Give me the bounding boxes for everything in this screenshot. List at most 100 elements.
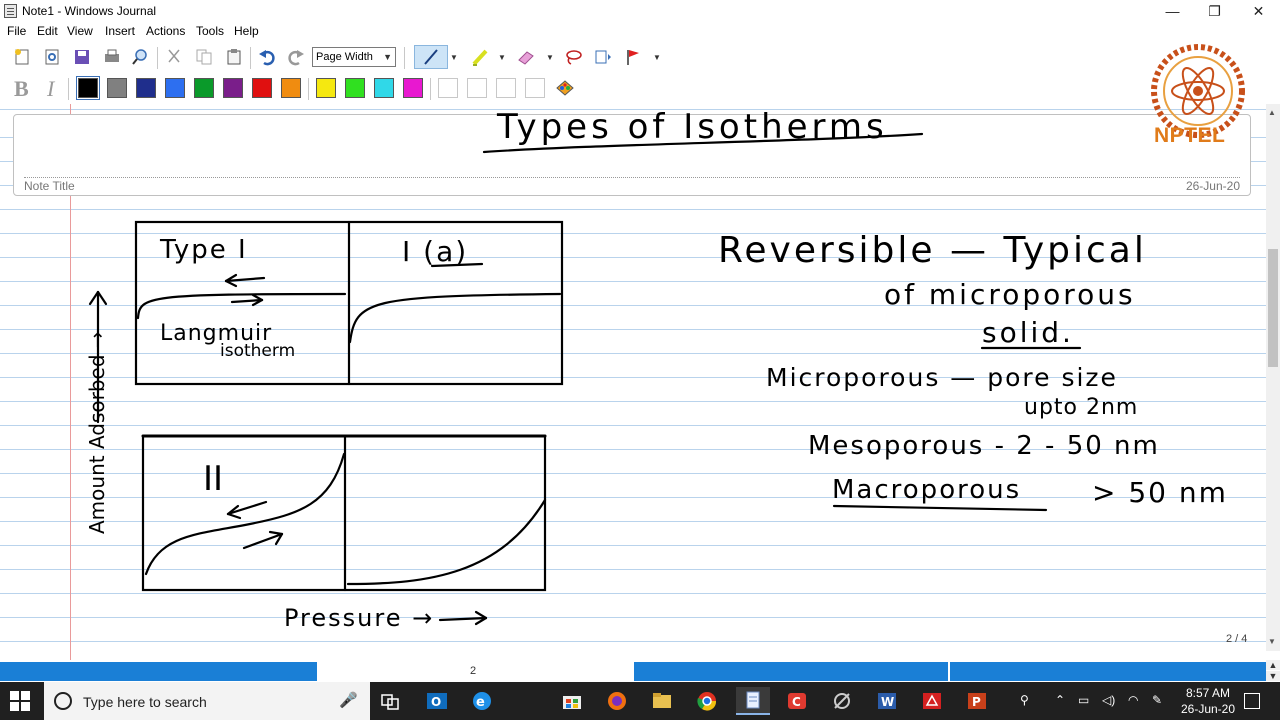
pen-tool-icon[interactable] — [414, 45, 448, 69]
wifi-icon[interactable]: ◠ — [1128, 693, 1138, 707]
color-swatch-orange[interactable] — [281, 78, 301, 98]
copy-icon[interactable] — [192, 45, 216, 69]
box1-caption-line2: isotherm — [220, 341, 295, 361]
menu-insert[interactable]: Insert — [105, 24, 135, 38]
page-segment-1[interactable] — [0, 662, 317, 681]
micro-line2: upto 2nm — [1024, 395, 1138, 420]
color-swatch-empty-4[interactable] — [525, 78, 545, 98]
flag-icon[interactable] — [621, 45, 645, 69]
color-swatch-purple[interactable] — [223, 78, 243, 98]
firefox-icon[interactable] — [600, 687, 634, 715]
zoom-value: Page Width — [316, 51, 373, 63]
svg-text:P: P — [972, 695, 981, 709]
box2-label: I (a) — [402, 235, 468, 268]
tool-app-icon[interactable] — [825, 687, 859, 715]
journal-page[interactable]: Note Title 26-Jun-20 Types of Isotherms … — [0, 104, 1266, 660]
undo-icon[interactable] — [255, 45, 279, 69]
page-segment-3[interactable] — [634, 662, 948, 681]
italic-button[interactable]: I — [47, 76, 54, 102]
note-line1: Reversible — Typical — [718, 230, 1147, 271]
color-swatch-empty-3[interactable] — [496, 78, 516, 98]
color-palette-icon[interactable] — [553, 76, 577, 100]
insert-space-icon[interactable] — [590, 45, 614, 69]
svg-text:C: C — [792, 695, 801, 709]
color-swatch-empty-1[interactable] — [438, 78, 458, 98]
acrobat-icon[interactable] — [915, 687, 949, 715]
color-swatch-yellow[interactable] — [316, 78, 336, 98]
edge-icon[interactable]: e — [465, 687, 499, 715]
color-swatch-dark-blue[interactable] — [136, 78, 156, 98]
windows-journal-taskbar-icon[interactable] — [736, 687, 770, 715]
menu-help[interactable]: Help — [234, 24, 259, 38]
maximize-button[interactable]: ❐ — [1192, 0, 1237, 22]
pen-workspace-icon[interactable]: ✎ — [1152, 693, 1162, 707]
cut-icon[interactable] — [162, 45, 186, 69]
vertical-scrollbar[interactable]: ▲ ▼ — [1266, 104, 1280, 651]
menu-view[interactable]: View — [67, 24, 93, 38]
zoom-select[interactable]: Page Width ▼ — [312, 47, 396, 67]
menu-tools[interactable]: Tools — [196, 24, 224, 38]
svg-text:W: W — [881, 695, 894, 709]
file-explorer-icon[interactable] — [645, 687, 679, 715]
window-titlebar: Note1 - Windows Journal — ❐ ✕ — [0, 0, 1280, 22]
redo-icon[interactable] — [284, 45, 308, 69]
tray-expand-icon[interactable]: ⌃ — [1055, 693, 1065, 707]
color-swatch-light-green[interactable] — [345, 78, 365, 98]
paste-icon[interactable] — [222, 45, 246, 69]
save-icon[interactable] — [70, 45, 94, 69]
taskbar-clock[interactable]: 8:57 AM 26-Jun-20 — [1178, 685, 1238, 717]
notification-icon[interactable] — [1244, 693, 1260, 709]
network-icon[interactable]: ▭ — [1078, 693, 1089, 707]
windows-start-icon[interactable] — [10, 691, 30, 711]
standard-toolbar: Page Width ▼ ▼ ▼ ▼ ▼ — [0, 42, 1280, 73]
scroll-up-icon[interactable]: ▲ — [1268, 108, 1276, 117]
new-note-icon[interactable] — [10, 45, 34, 69]
page-down-icon[interactable]: ▼ — [1266, 671, 1280, 681]
color-swatch-blue[interactable] — [165, 78, 185, 98]
find-icon[interactable] — [128, 45, 152, 69]
menu-edit[interactable]: Edit — [37, 24, 58, 38]
pen-dropdown-icon[interactable]: ▼ — [449, 45, 459, 69]
nptel-logo-text: NPTEL — [1154, 124, 1226, 147]
color-swatch-empty-2[interactable] — [467, 78, 487, 98]
page-segment-4[interactable] — [950, 662, 1266, 681]
print-icon[interactable] — [100, 45, 124, 69]
outlook-icon[interactable]: O — [420, 687, 454, 715]
color-swatch-magenta[interactable] — [403, 78, 423, 98]
store-icon[interactable] — [555, 687, 589, 715]
microphone-icon[interactable]: 🎤 — [339, 691, 358, 709]
word-icon[interactable]: W — [870, 687, 904, 715]
y-axis-label: Amount Adsorbed → — [85, 331, 109, 534]
scroll-down-icon[interactable]: ▼ — [1268, 637, 1276, 646]
volume-icon[interactable]: ◁) — [1102, 693, 1115, 707]
taskbar-search-box[interactable]: Type here to search 🎤 — [44, 682, 370, 720]
menu-file[interactable]: File — [7, 24, 26, 38]
open-icon[interactable] — [40, 45, 64, 69]
close-button[interactable]: ✕ — [1236, 0, 1280, 22]
vertical-scroll-thumb[interactable] — [1268, 249, 1278, 367]
minimize-button[interactable]: — — [1150, 0, 1195, 22]
color-swatch-green[interactable] — [194, 78, 214, 98]
flag-dropdown-icon[interactable]: ▼ — [652, 45, 662, 69]
meso-line: Mesoporous - 2 - 50 nm — [808, 431, 1160, 461]
red-app-icon[interactable]: C — [780, 687, 814, 715]
page-navigation-bar[interactable]: 2 ▲ ▼ — [0, 660, 1280, 682]
lasso-select-icon[interactable] — [561, 45, 585, 69]
highlighter-icon[interactable] — [468, 45, 492, 69]
color-swatch-cyan[interactable] — [374, 78, 394, 98]
powerpoint-icon[interactable]: P — [960, 687, 994, 715]
clock-date: 26-Jun-20 — [1180, 702, 1236, 716]
chrome-icon[interactable] — [690, 687, 724, 715]
eraser-dropdown-icon[interactable]: ▼ — [545, 45, 555, 69]
eraser-icon[interactable] — [514, 45, 538, 69]
page-up-icon[interactable]: ▲ — [1266, 660, 1280, 670]
menu-actions[interactable]: Actions — [146, 24, 185, 38]
highlighter-dropdown-icon[interactable]: ▼ — [497, 45, 507, 69]
color-swatch-gray[interactable] — [107, 78, 127, 98]
color-swatch-red[interactable] — [252, 78, 272, 98]
current-page-number: 2 — [470, 665, 477, 677]
bold-button[interactable]: B — [14, 76, 29, 102]
task-view-icon[interactable] — [373, 687, 407, 715]
color-swatch-black[interactable] — [76, 76, 100, 100]
people-icon[interactable]: ⚲ — [1020, 693, 1029, 707]
